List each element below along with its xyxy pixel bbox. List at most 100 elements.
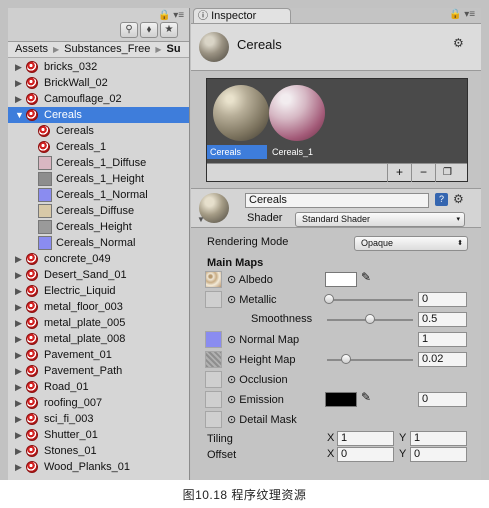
tree-row[interactable]: Cereals: [8, 123, 189, 139]
tree-row[interactable]: ▶ metal_plate_005: [8, 315, 189, 331]
tree-row[interactable]: Cereals_Height: [8, 219, 189, 235]
substance-preview: Cereals Cereals_1 + − ❐: [206, 78, 468, 182]
tab-inspector[interactable]: ⓘ Inspector: [193, 8, 291, 23]
foldout-collapsed-icon[interactable]: ▶: [15, 379, 22, 395]
foldout-collapsed-icon[interactable]: ▶: [15, 315, 22, 331]
tree-row-label: bricks_032: [44, 61, 98, 73]
metallic-value-field[interactable]: 0: [418, 292, 467, 307]
tree-row[interactable]: ▶ Shutter_01: [8, 427, 189, 443]
preview-caption-cereals[interactable]: Cereals: [207, 145, 267, 159]
tree-row[interactable]: ▶ Pavement_Path: [8, 363, 189, 379]
foldout-collapsed-icon[interactable]: ▶: [15, 395, 22, 411]
foldout-triangle-icon[interactable]: ▼: [197, 215, 205, 224]
foldout-collapsed-icon[interactable]: ▶: [15, 59, 22, 75]
foldout-collapsed-icon[interactable]: ▶: [15, 459, 22, 475]
foldout-collapsed-icon[interactable]: ▶: [15, 347, 22, 363]
duplicate-icon[interactable]: ❐: [435, 164, 459, 182]
material-name-field[interactable]: Cereals: [245, 193, 429, 208]
shader-dropdown[interactable]: Standard Shader ▾: [295, 212, 465, 227]
tree-row-label: Cereals_Height: [56, 221, 132, 233]
search-by-label-icon[interactable]: ⬧: [140, 22, 158, 38]
tree-row[interactable]: ▶ bricks_032: [8, 59, 189, 75]
breadcrumb-substances-free[interactable]: Substances_Free: [64, 43, 150, 55]
foldout-collapsed-icon[interactable]: ▶: [15, 427, 22, 443]
metallic-slider-handle[interactable]: [324, 294, 334, 304]
offset-x-field[interactable]: 0: [337, 447, 394, 462]
tree-row[interactable]: ▶ concrete_049: [8, 251, 189, 267]
rendering-mode-dropdown[interactable]: Opaque ⬍: [354, 236, 468, 251]
panel-menu-icon[interactable]: 🔒 ▾≡: [158, 10, 184, 21]
tree-row-label: Cereals_Normal: [56, 237, 136, 249]
tree-row[interactable]: ▶ Pavement_01: [8, 347, 189, 363]
tree-row-label: Road_01: [44, 381, 89, 393]
tree-row-label: metal_plate_005: [44, 317, 126, 329]
metallic-slider-track[interactable]: [327, 299, 413, 301]
foldout-collapsed-icon[interactable]: ▶: [15, 443, 22, 459]
tree-row[interactable]: Cereals_1_Diffuse: [8, 155, 189, 171]
occlusion-texture-slot[interactable]: [205, 371, 222, 388]
tiling-x-field[interactable]: 1: [337, 431, 394, 446]
metallic-texture-slot[interactable]: [205, 291, 222, 308]
tree-row[interactable]: ▶ metal_plate_008: [8, 331, 189, 347]
albedo-texture-slot[interactable]: [205, 271, 222, 288]
texture-icon: [38, 188, 52, 202]
material-preview-cereals-1[interactable]: [269, 85, 325, 141]
eyedropper-icon[interactable]: ✎: [361, 270, 371, 284]
help-book-icon[interactable]: ?: [435, 193, 448, 206]
height-map-slider-track[interactable]: [327, 359, 413, 361]
tree-row[interactable]: Cereals_Normal: [8, 235, 189, 251]
tree-row[interactable]: Cereals_1_Height: [8, 171, 189, 187]
tree-row[interactable]: Cereals_1_Normal: [8, 187, 189, 203]
emission-value-field[interactable]: 0: [418, 392, 467, 407]
tree-row[interactable]: ▶ Road_01: [8, 379, 189, 395]
favorites-star-icon[interactable]: ★: [160, 22, 178, 38]
tree-row[interactable]: ▶ Desert_Sand_01: [8, 267, 189, 283]
emission-texture-slot[interactable]: [205, 391, 222, 408]
tree-row[interactable]: ▼ Cereals: [8, 107, 189, 123]
tree-row[interactable]: ▶ Camouflage_02: [8, 91, 189, 107]
tree-row[interactable]: ▶ BrickWall_02: [8, 75, 189, 91]
breadcrumb-truncated[interactable]: Su: [167, 43, 181, 55]
height-map-slider-handle[interactable]: [341, 354, 351, 364]
material-preview-cereals[interactable]: [213, 85, 269, 141]
gear-icon[interactable]: ⚙: [453, 192, 464, 206]
tree-row[interactable]: ▶ Stones_01: [8, 443, 189, 459]
eyedropper-icon[interactable]: ✎: [361, 390, 371, 404]
normal-map-scale-field[interactable]: 1: [418, 332, 467, 347]
tree-row[interactable]: Cereals_1: [8, 139, 189, 155]
height-map-value-field[interactable]: 0.02: [418, 352, 467, 367]
panel-menu-icon[interactable]: 🔒 ▾≡: [449, 9, 475, 20]
foldout-collapsed-icon[interactable]: ▶: [15, 299, 22, 315]
tree-row[interactable]: ▶ metal_floor_003: [8, 299, 189, 315]
detail-mask-texture-slot[interactable]: [205, 411, 222, 428]
smoothness-value-field[interactable]: 0.5: [418, 312, 467, 327]
tree-row[interactable]: Cereals_Diffuse: [8, 203, 189, 219]
albedo-color-swatch[interactable]: [325, 272, 357, 287]
breadcrumb-assets[interactable]: Assets: [15, 43, 48, 55]
search-by-type-icon[interactable]: ⚲: [120, 22, 138, 38]
add-button[interactable]: +: [387, 164, 411, 182]
foldout-collapsed-icon[interactable]: ▶: [15, 267, 22, 283]
foldout-collapsed-icon[interactable]: ▶: [15, 91, 22, 107]
height-map-texture-slot[interactable]: [205, 351, 222, 368]
offset-y-field[interactable]: 0: [410, 447, 467, 462]
remove-button[interactable]: −: [411, 164, 435, 182]
foldout-collapsed-icon[interactable]: ▶: [15, 251, 22, 267]
tree-row[interactable]: ▶ roofing_007: [8, 395, 189, 411]
normal-map-texture-slot[interactable]: [205, 331, 222, 348]
foldout-collapsed-icon[interactable]: ▶: [15, 411, 22, 427]
emission-color-swatch[interactable]: [325, 392, 357, 407]
preview-caption-cereals-1[interactable]: Cereals_1: [269, 145, 329, 159]
foldout-collapsed-icon[interactable]: ▶: [15, 331, 22, 347]
foldout-collapsed-icon[interactable]: ▶: [15, 75, 22, 91]
foldout-collapsed-icon[interactable]: ▶: [15, 283, 22, 299]
smoothness-slider-handle[interactable]: [365, 314, 375, 324]
tree-row[interactable]: ▶ Electric_Liquid: [8, 283, 189, 299]
tiling-y-field[interactable]: 1: [410, 431, 467, 446]
foldout-expanded-icon[interactable]: ▼: [15, 107, 24, 123]
tree-row[interactable]: ▶ Wood_Planks_01: [8, 459, 189, 475]
foldout-collapsed-icon[interactable]: ▶: [15, 363, 22, 379]
gear-icon[interactable]: ⚙: [453, 36, 464, 50]
tree-row[interactable]: ▶ sci_fi_003: [8, 411, 189, 427]
substance-icon: [26, 77, 38, 89]
